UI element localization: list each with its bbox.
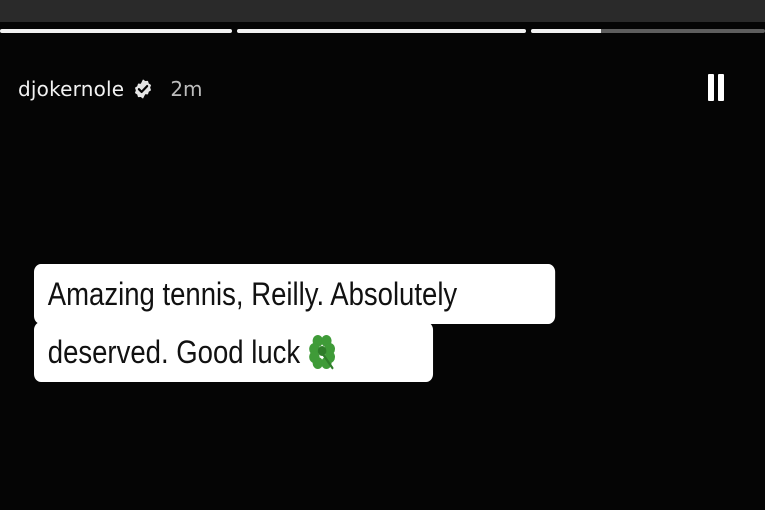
four-leaf-clover-icon xyxy=(308,335,335,370)
story-timestamp: 2m xyxy=(170,77,203,101)
progress-segment xyxy=(237,29,526,33)
story-viewer[interactable]: djokernole 2m Amazing tennis, Reilly. Ab… xyxy=(0,0,765,510)
progress-fill xyxy=(237,29,526,33)
story-caption: Amazing tennis, Reilly. Absolutely deser… xyxy=(34,264,594,394)
caption-text: Amazing tennis, Reilly. Absolutely xyxy=(47,276,458,312)
pause-button[interactable] xyxy=(706,74,726,102)
caption-line: deserved. Good luck xyxy=(34,322,434,382)
progress-segment xyxy=(531,29,765,33)
story-progress-bar xyxy=(0,29,765,33)
caption-text: deserved. Good luck xyxy=(47,334,301,370)
caption-line: Amazing tennis, Reilly. Absolutely xyxy=(34,264,556,324)
story-header: djokernole 2m xyxy=(18,74,203,104)
pause-icon xyxy=(708,74,714,101)
username[interactable]: djokernole xyxy=(18,77,124,101)
progress-segment xyxy=(0,29,232,33)
progress-fill xyxy=(531,29,602,33)
progress-fill xyxy=(0,29,232,33)
verified-badge-icon xyxy=(135,79,152,99)
top-shade xyxy=(0,0,765,22)
pause-icon xyxy=(718,74,724,101)
